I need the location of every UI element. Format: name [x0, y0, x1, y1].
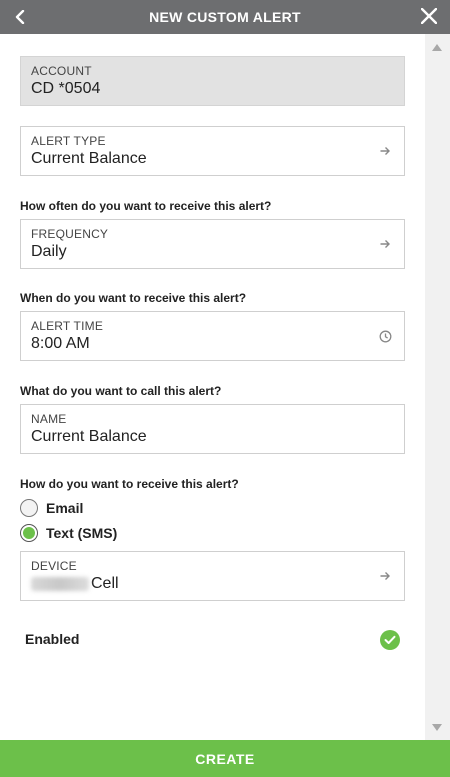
frequency-field[interactable]: FREQUENCY Daily — [20, 219, 405, 269]
frequency-value: Daily — [31, 243, 67, 260]
radio-text-sms-label: Text (SMS) — [46, 525, 118, 541]
alert-type-field[interactable]: ALERT TYPE Current Balance — [20, 126, 405, 176]
name-input[interactable]: Current Balance — [31, 427, 394, 447]
header-bar: NEW CUSTOM ALERT — [0, 0, 450, 34]
radio-email-label: Email — [46, 500, 84, 516]
scroll-up-arrow-icon[interactable] — [432, 44, 442, 51]
enabled-toggle[interactable] — [380, 630, 400, 650]
alert-time-field[interactable]: ALERT TIME 8:00 AM — [20, 311, 405, 361]
alert-time-label: ALERT TIME — [31, 319, 104, 333]
device-value: Cell — [31, 574, 394, 594]
device-name-suffix: Cell — [91, 575, 119, 592]
page-title: NEW CUSTOM ALERT — [149, 9, 301, 25]
radio-text-sms[interactable]: Text (SMS) — [20, 523, 117, 543]
alert-type-label: ALERT TYPE — [31, 134, 106, 148]
arrow-right-icon — [378, 569, 392, 583]
account-value: CD *0504 — [31, 80, 101, 97]
frequency-question: How often do you want to receive this al… — [20, 199, 272, 213]
radio-button[interactable] — [20, 499, 38, 517]
clock-icon — [378, 329, 392, 343]
arrow-right-icon — [378, 144, 392, 158]
arrow-right-icon — [378, 237, 392, 251]
radio-button-checked[interactable] — [20, 524, 38, 542]
account-field: ACCOUNT CD *0504 — [20, 56, 405, 106]
device-field[interactable]: DEVICE Cell — [20, 551, 405, 601]
frequency-label: FREQUENCY — [31, 227, 109, 241]
alert-time-question: When do you want to receive this alert? — [20, 291, 247, 305]
redacted-name — [31, 576, 89, 591]
name-field[interactable]: NAME Current Balance — [20, 404, 405, 454]
name-question: What do you want to call this alert? — [20, 384, 222, 398]
checkmark-icon — [384, 635, 396, 644]
close-icon — [421, 8, 437, 24]
back-button[interactable] — [10, 6, 30, 28]
account-label: ACCOUNT — [31, 64, 92, 78]
radio-email[interactable]: Email — [20, 498, 83, 518]
alert-type-value: Current Balance — [31, 150, 147, 167]
create-button[interactable]: CREATE — [0, 740, 450, 777]
device-label: DEVICE — [31, 559, 77, 573]
delivery-question: How do you want to receive this alert? — [20, 477, 239, 491]
close-button[interactable] — [418, 5, 440, 27]
name-label: NAME — [31, 412, 67, 426]
form-content: ACCOUNT CD *0504 ALERT TYPE Current Bala… — [0, 34, 425, 740]
scroll-down-arrow-icon[interactable] — [432, 724, 442, 731]
scrollbar[interactable] — [425, 34, 450, 740]
chevron-left-icon — [15, 10, 25, 24]
alert-time-value: 8:00 AM — [31, 335, 90, 352]
enabled-label: Enabled — [25, 631, 80, 647]
